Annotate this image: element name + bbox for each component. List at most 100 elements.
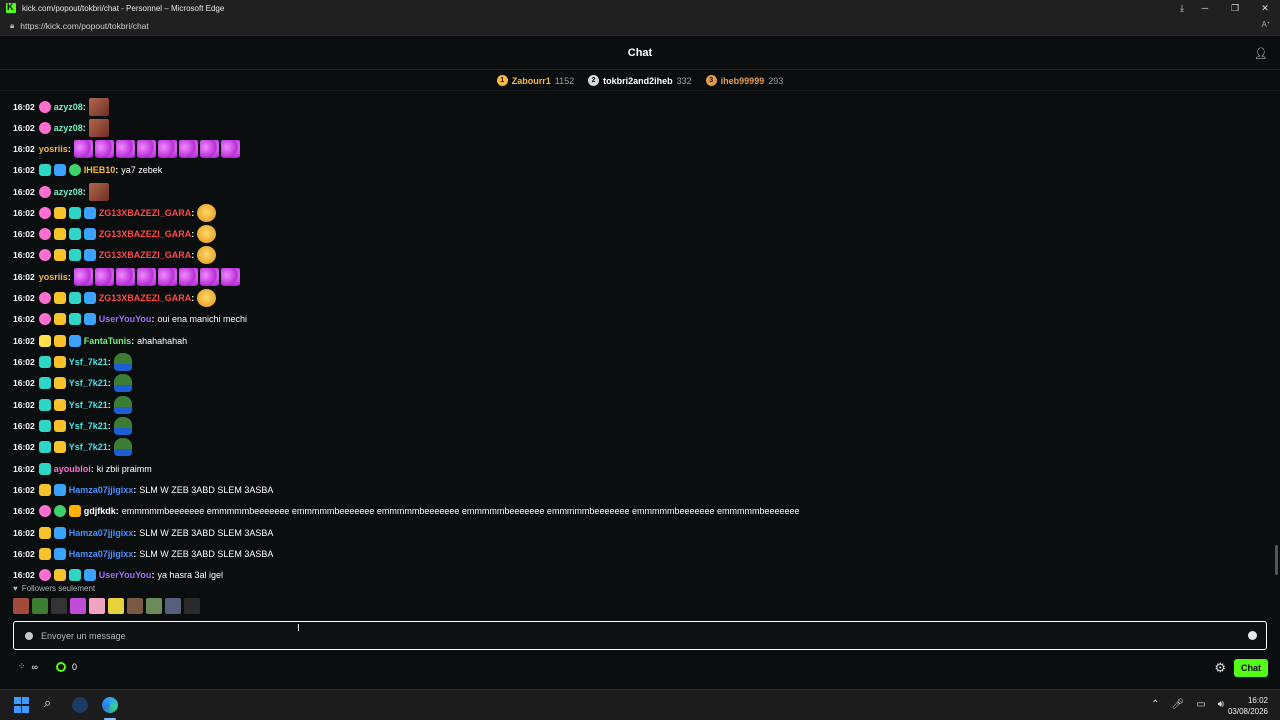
download-icon[interactable]: ⤓: [1180, 3, 1184, 14]
minimize-button[interactable]: ─: [1190, 0, 1220, 16]
user-badge-icon[interactable]: [53, 441, 66, 453]
user-badge-icon[interactable]: [53, 228, 66, 240]
message-username[interactable]: Ysf_7k21: [69, 442, 108, 452]
windows-start-icon[interactable]: [14, 697, 30, 713]
user-badge-icon[interactable]: [38, 228, 51, 240]
emote-icon[interactable]: [73, 268, 93, 286]
user-badge-icon[interactable]: [38, 207, 51, 219]
user-badge-icon[interactable]: [68, 313, 81, 325]
chat-messages[interactable]: 16:02 azyz08:16:02 azyz08:16:02 yosriis:16:…: [0, 92, 1274, 582]
emote-icon[interactable]: [113, 353, 132, 371]
emote-speaker-icon[interactable]: [184, 598, 200, 614]
emote-cat-icon[interactable]: [146, 598, 162, 614]
leaderboard-name[interactable]: iheb99999: [721, 76, 765, 86]
message-username[interactable]: Ysf_7k21: [69, 378, 108, 388]
message-input-box[interactable]: [13, 621, 1267, 650]
user-badge-icon[interactable]: [68, 228, 81, 240]
emote-duck-icon[interactable]: [108, 598, 124, 614]
emote-icon[interactable]: [157, 140, 177, 158]
user-badge-icon[interactable]: [38, 335, 51, 347]
user-badge-icon[interactable]: [53, 548, 66, 560]
user-badge-icon[interactable]: [38, 292, 51, 304]
emote-face-icon[interactable]: [13, 598, 29, 614]
emote-icon[interactable]: [113, 396, 132, 414]
lock-icon[interactable]: 🔒︎: [10, 21, 14, 31]
leaderboard-entry[interactable]: 1 Zabourr1 1152: [496, 75, 574, 86]
leaderboard-name[interactable]: Zabourr1: [512, 76, 551, 86]
maximize-button[interactable]: ❐: [1220, 0, 1250, 16]
emote-icon[interactable]: [88, 98, 109, 116]
user-badge-icon[interactable]: [38, 527, 51, 539]
user-badge-icon[interactable]: [83, 569, 96, 581]
emote-icon[interactable]: [178, 268, 198, 286]
user-badge-icon[interactable]: [38, 569, 51, 581]
message-username[interactable]: ZG13XBAZEZI_GARA: [99, 250, 192, 260]
user-badge-icon[interactable]: [38, 399, 51, 411]
read-aloud-icon[interactable]: Aᐩ: [1262, 20, 1270, 29]
user-badge-icon[interactable]: [53, 207, 66, 219]
user-badge-icon[interactable]: [38, 186, 51, 198]
emote-icon[interactable]: [197, 225, 217, 243]
message-input[interactable]: [41, 630, 1221, 641]
microphone-icon[interactable]: 🎤︎: [1172, 699, 1185, 710]
message-username[interactable]: UserYouYou: [99, 570, 152, 580]
user-badge-icon[interactable]: [68, 207, 81, 219]
message-username[interactable]: yosriis: [39, 144, 68, 154]
volume-icon[interactable]: 🔊︎: [1218, 699, 1224, 710]
message-username[interactable]: ayoubloi: [54, 464, 91, 474]
emote-pig-icon[interactable]: [89, 598, 105, 614]
emote-icon[interactable]: [157, 268, 177, 286]
user-badge-icon[interactable]: [53, 249, 66, 261]
taskbar-clock[interactable]: 16:02 03/08/2026: [1228, 695, 1268, 717]
user-badge-icon[interactable]: [38, 122, 51, 134]
user-badge-icon[interactable]: [68, 164, 81, 176]
user-badge-icon[interactable]: [53, 356, 66, 368]
user-badge-icon[interactable]: [53, 377, 66, 389]
user-badge-icon[interactable]: [53, 164, 66, 176]
emote-icon[interactable]: [178, 140, 198, 158]
user-badge-icon[interactable]: [53, 527, 66, 539]
emote-icon[interactable]: [113, 374, 132, 392]
user-badge-icon[interactable]: [83, 292, 96, 304]
message-username[interactable]: yosriis: [39, 272, 68, 282]
emote-icon[interactable]: [220, 140, 240, 158]
message-username[interactable]: Hamza07jjigixx: [69, 528, 134, 538]
scrollbar[interactable]: [1275, 545, 1278, 575]
network-icon[interactable]: ▭: [1196, 699, 1205, 710]
steam-icon[interactable]: [72, 697, 88, 713]
user-badge-icon[interactable]: [83, 207, 96, 219]
message-username[interactable]: Ysf_7k21: [69, 400, 108, 410]
message-username[interactable]: Ysf_7k21: [69, 421, 108, 431]
emote-icon[interactable]: [136, 140, 156, 158]
leaderboard-name[interactable]: tokbri2and2iheb: [603, 76, 673, 86]
user-badge-icon[interactable]: [68, 249, 81, 261]
user-badge-icon[interactable]: [53, 292, 66, 304]
emote-icon[interactable]: [199, 140, 219, 158]
emote-icon[interactable]: [94, 268, 114, 286]
user-badge-icon[interactable]: [83, 228, 96, 240]
emote-butterfly-icon[interactable]: [70, 598, 86, 614]
user-badge-icon[interactable]: [53, 484, 66, 496]
emote-icon[interactable]: [197, 246, 217, 264]
emote-icon[interactable]: [115, 140, 135, 158]
user-badge-icon[interactable]: [68, 505, 81, 517]
emote-icon[interactable]: [197, 204, 217, 222]
user-badge-icon[interactable]: [68, 569, 81, 581]
user-badge-icon[interactable]: [38, 377, 51, 389]
user-badge-icon[interactable]: [83, 313, 96, 325]
message-username[interactable]: ZG13XBAZEZI_GARA: [99, 208, 192, 218]
user-badge-icon[interactable]: [38, 101, 51, 113]
user-badge-icon[interactable]: [53, 420, 66, 432]
address-bar[interactable]: 🔒︎ https://kick.com/popout/tokbri/chat A…: [0, 16, 1280, 36]
message-username[interactable]: Ysf_7k21: [69, 357, 108, 367]
message-username[interactable]: ZG13XBAZEZI_GARA: [99, 229, 192, 239]
emote-icon[interactable]: [199, 268, 219, 286]
gear-icon[interactable]: ⚙: [1214, 660, 1226, 676]
user-badge-icon[interactable]: [38, 441, 51, 453]
leaderboard-entry[interactable]: 3 iheb99999 293: [705, 75, 783, 86]
edge-icon[interactable]: [102, 697, 118, 713]
message-username[interactable]: ZG13XBAZEZI_GARA: [99, 293, 192, 303]
user-badge-icon[interactable]: [68, 292, 81, 304]
search-icon[interactable]: ⌕: [44, 695, 60, 711]
url-text[interactable]: https://kick.com/popout/tokbri/chat: [20, 21, 149, 31]
